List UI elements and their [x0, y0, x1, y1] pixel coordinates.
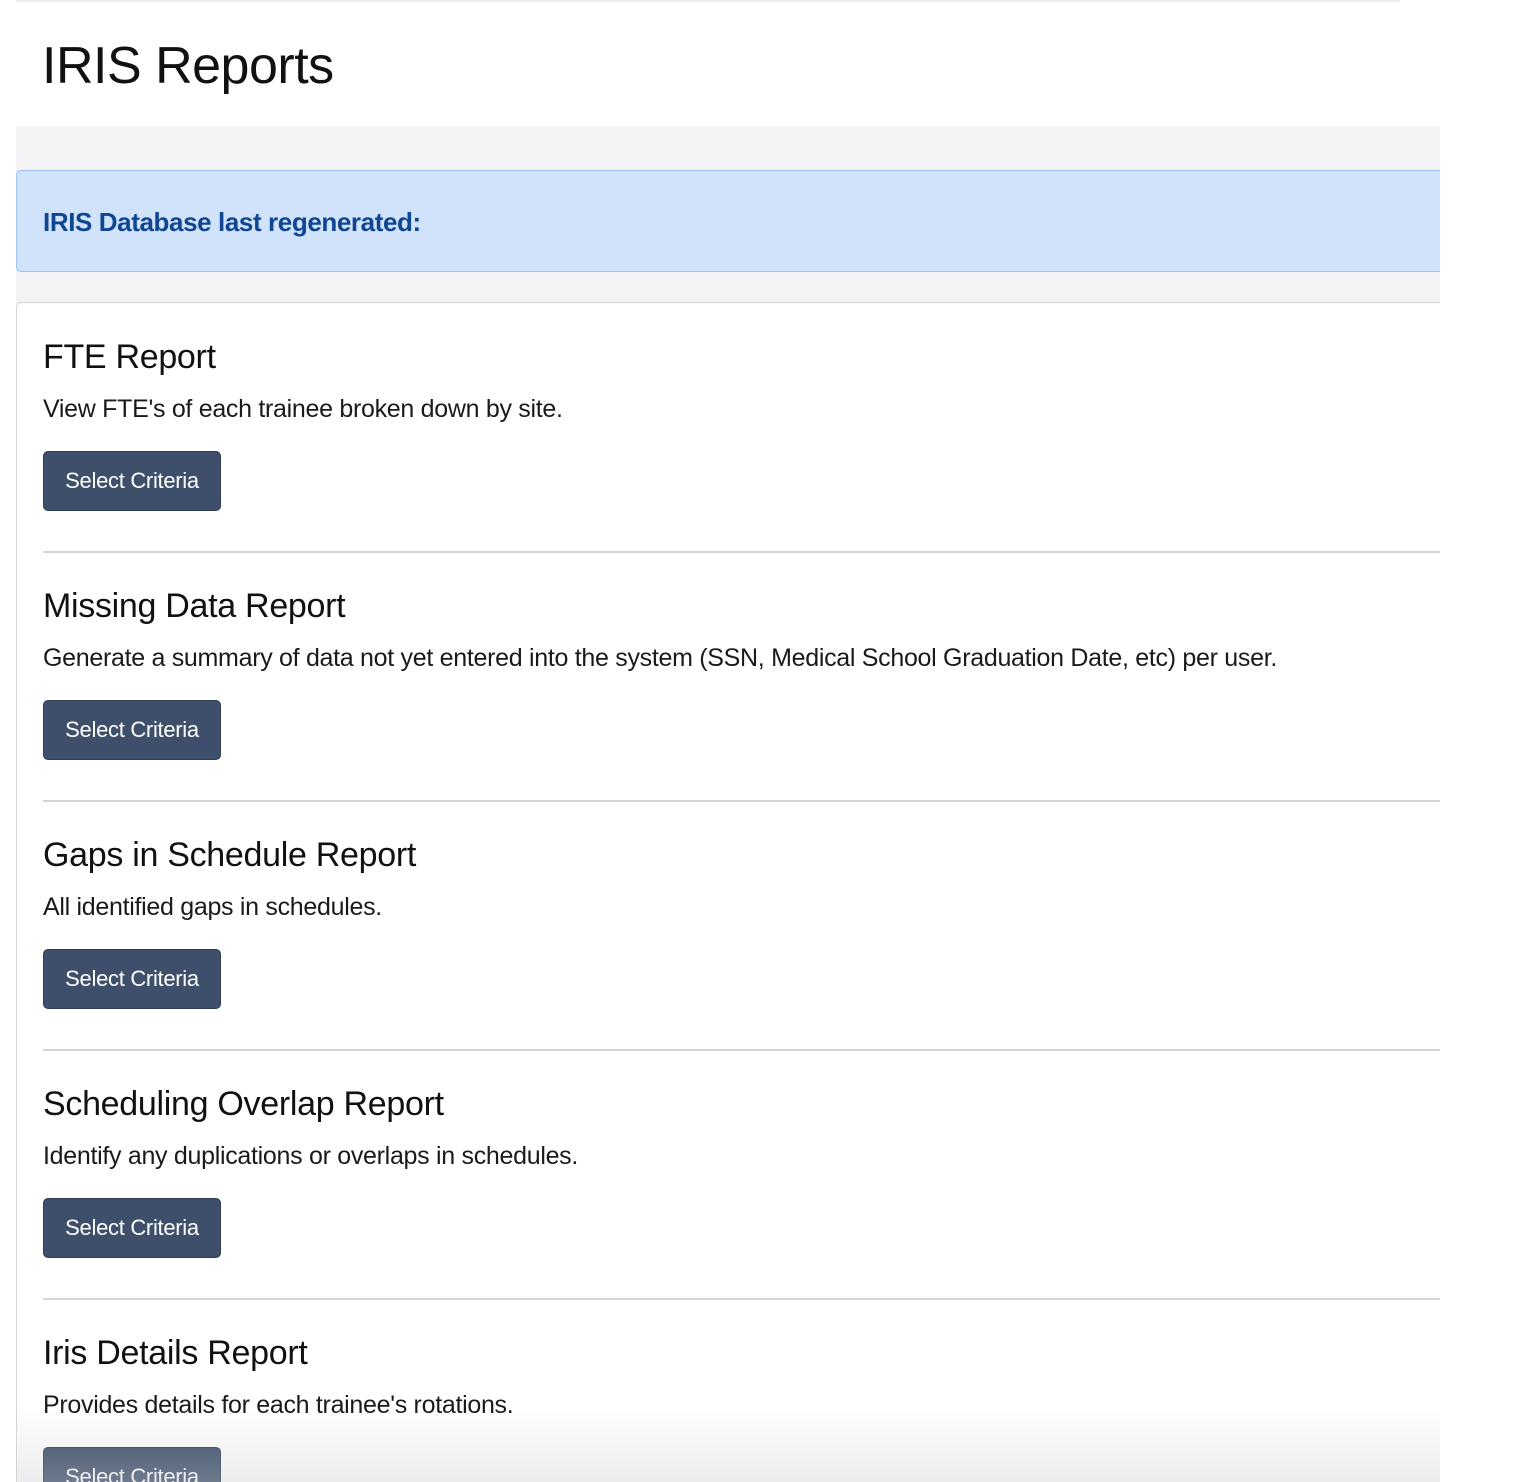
page-title: IRIS Reports: [42, 37, 334, 95]
report-title: Scheduling Overlap Report: [43, 1085, 444, 1123]
report-title: Missing Data Report: [43, 587, 346, 625]
reports-card: FTE Report View FTE's of each trainee br…: [16, 302, 1440, 1482]
report-description: Provides details for each trainee's rota…: [43, 1391, 514, 1419]
missing-data-report-select-criteria-button[interactable]: Select Criteria: [43, 700, 221, 760]
fte-report-select-criteria-button[interactable]: Select Criteria: [43, 451, 221, 511]
report-title: Iris Details Report: [43, 1334, 308, 1372]
database-regenerated-label: IRIS Database last regenerated:: [43, 207, 421, 237]
header-top-border: [16, 0, 1400, 2]
report-divider: [43, 1049, 1440, 1051]
page-header: IRIS Reports: [16, 0, 1440, 126]
report-title: FTE Report: [43, 338, 216, 376]
report-divider: [43, 551, 1440, 553]
report-description: Generate a summary of data not yet enter…: [43, 644, 1277, 672]
iris-details-report-select-criteria-button[interactable]: Select Criteria: [43, 1447, 221, 1482]
report-divider: [43, 1298, 1440, 1300]
report-description: View FTE's of each trainee broken down b…: [43, 395, 563, 423]
page-container: IRIS Reports IRIS Database last regenera…: [16, 0, 1440, 1482]
gaps-report-select-criteria-button[interactable]: Select Criteria: [43, 949, 221, 1009]
report-divider: [43, 800, 1440, 802]
report-title: Gaps in Schedule Report: [43, 836, 416, 874]
overlap-report-select-criteria-button[interactable]: Select Criteria: [43, 1198, 221, 1258]
report-description: All identified gaps in schedules.: [43, 893, 382, 921]
report-description: Identify any duplications or overlaps in…: [43, 1142, 579, 1170]
database-status-alert: IRIS Database last regenerated:: [16, 170, 1440, 272]
